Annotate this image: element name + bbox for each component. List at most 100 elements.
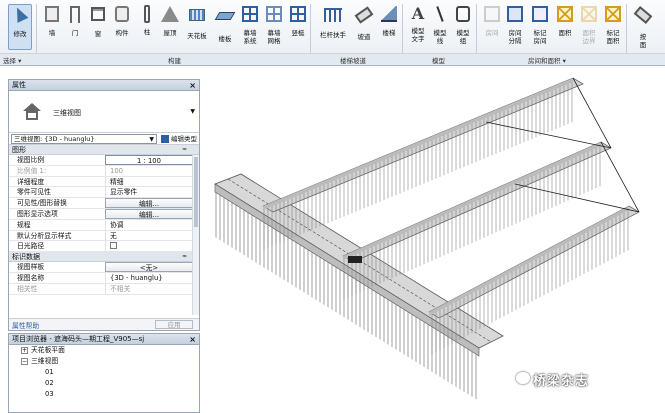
curtain-system-button[interactable]: 幕墙 系统: [238, 4, 262, 50]
tag-area-label: 标记: [606, 29, 620, 37]
properties-scrollbar[interactable]: [192, 155, 199, 315]
ceiling-button[interactable]: 天花板: [185, 4, 209, 50]
stair-button[interactable]: 楼梯: [377, 4, 401, 50]
roof-button[interactable]: 屋顶: [158, 4, 182, 50]
tag-room-button[interactable]: 标记 房间: [528, 4, 552, 50]
panel-select[interactable]: 选择 ▾: [3, 55, 21, 65]
instance-selector[interactable]: 三维视图: {3D - huanglu} ▼: [11, 134, 157, 144]
curtain-grid-label: 幕墙: [267, 29, 281, 37]
tree-item-3d-views[interactable]: − 三维视图: [9, 356, 199, 367]
analysis-style-field[interactable]: 无: [105, 230, 193, 241]
tree-item-label: 三维视图: [31, 357, 59, 365]
scrollbar-thumb[interactable]: [194, 157, 198, 227]
tree-item-view-01[interactable]: 01: [9, 367, 199, 378]
wall-button[interactable]: 墙: [40, 4, 64, 50]
view-template-button[interactable]: <无>: [105, 262, 193, 273]
model-text-button[interactable]: A 模型 文字: [406, 4, 430, 50]
discipline-field[interactable]: 协调: [105, 219, 193, 230]
area-label: 面积: [558, 29, 572, 37]
tag-room-label: 标记: [533, 29, 547, 37]
instance-row: 三维视图: {3D - huanglu} ▼ 编辑类型: [9, 133, 199, 145]
tree-item-ceiling-plans[interactable]: + 天花板平面: [9, 345, 199, 356]
prop-row: 日光路径: [9, 241, 199, 253]
detail-level-field[interactable]: 精细: [105, 176, 193, 187]
wall-icon: [43, 6, 61, 26]
curtain-system-label: 幕墙: [243, 29, 257, 37]
expand-icon[interactable]: +: [21, 346, 28, 354]
mullion-label: 竖梃: [291, 29, 305, 37]
tree-item-view-03[interactable]: 03: [9, 389, 199, 400]
prop-row: 相关性 不相关: [9, 283, 199, 295]
room-label: 房间: [485, 29, 499, 37]
close-icon[interactable]: ×: [189, 334, 196, 345]
modify-button[interactable]: 修改: [8, 4, 32, 50]
prop-key: 视图比例: [17, 156, 45, 164]
prop-row: 视图名称 {3D - huanglu}: [9, 272, 199, 284]
prop-key: 可见性/图形替换: [17, 199, 67, 208]
column-button[interactable]: 柱: [135, 4, 159, 50]
ribbon-separator: [626, 4, 627, 60]
railing-button[interactable]: 栏杆扶手: [318, 4, 348, 50]
dependency-field: 不相关: [105, 283, 193, 294]
collapse-icon[interactable]: ≈: [182, 252, 187, 262]
properties-panel: 属性 × 三维视图 ▼ 三维视图: {3D - huanglu} ▼ 编辑类型 …: [8, 79, 200, 331]
modify-label: 修改: [13, 30, 27, 38]
tag-room-icon: [531, 6, 549, 26]
model-group-label: 模型: [456, 29, 470, 37]
collapse-icon[interactable]: ≈: [182, 145, 187, 155]
floor-button[interactable]: 楼板: [213, 4, 237, 50]
view-scale-field[interactable]: 1 : 100: [105, 155, 193, 165]
by-face-icon: [633, 6, 653, 30]
edit-type-button[interactable]: 编辑类型: [161, 134, 197, 144]
section-identity[interactable]: 标识数据 ≈: [9, 252, 199, 263]
room-button[interactable]: 房间: [480, 4, 504, 50]
ramp-icon: [354, 6, 374, 30]
stair-label: 楼梯: [382, 29, 396, 37]
panel-room-area[interactable]: 房间和面积 ▾: [528, 55, 566, 65]
tag-area-button[interactable]: 标记 面积: [601, 4, 625, 50]
tree-item-view-02[interactable]: 02: [9, 378, 199, 389]
3d-viewport[interactable]: [203, 66, 665, 413]
chevron-down-icon[interactable]: ▼: [190, 108, 195, 115]
mullion-button[interactable]: 竖梃: [286, 4, 310, 50]
collapse-icon[interactable]: −: [21, 357, 28, 365]
component-button[interactable]: 构件: [110, 4, 134, 50]
by-face-button[interactable]: 按 面: [632, 4, 654, 50]
curtain-grid-button[interactable]: 幕墙 网格: [262, 4, 286, 50]
type-selector[interactable]: 三维视图 ▼: [9, 91, 199, 133]
properties-help-link[interactable]: 属性帮助: [12, 320, 39, 330]
section-identity-label: 标识数据: [12, 253, 40, 262]
vg-overrides-edit-button[interactable]: 编辑...: [105, 198, 193, 209]
parts-visibility-field[interactable]: 显示零件: [105, 187, 193, 198]
ribbon-separator: [36, 4, 37, 60]
door-button[interactable]: 门: [63, 4, 87, 50]
window-button[interactable]: 窗: [86, 4, 110, 50]
model-text-icon: A: [411, 4, 425, 23]
tag-area-sublabel: 面积: [606, 37, 620, 45]
railing-icon: [324, 8, 342, 28]
prop-key: 图形显示选项: [17, 209, 58, 218]
railing-label: 栏杆扶手: [320, 31, 346, 39]
view-name-field[interactable]: {3D - huanglu}: [105, 272, 193, 283]
prop-key: 视图样板: [17, 263, 45, 272]
3d-view-house-icon: [23, 103, 41, 121]
room-separator-button[interactable]: 房间 分隔: [503, 4, 527, 50]
ribbon-panel-titles: 选择 ▾ 构建 楼梯坡道 模型 房间和面积 ▾: [0, 53, 665, 65]
section-graphics[interactable]: 图形 ≈: [9, 145, 199, 155]
prop-value: 100: [105, 165, 193, 176]
model-line-button[interactable]: 模型 线: [428, 4, 452, 50]
model-group-button[interactable]: 模型 组: [451, 4, 475, 50]
graphic-display-edit-button[interactable]: 编辑...: [105, 208, 193, 219]
ramp-button[interactable]: 坡道: [352, 4, 376, 50]
prop-key: 相关性: [17, 284, 38, 293]
wall-label: 墙: [48, 29, 56, 37]
close-icon[interactable]: ×: [189, 80, 196, 91]
door-label: 门: [71, 29, 79, 37]
equipment-block: [348, 256, 362, 263]
area-boundary-button[interactable]: 面积 边界: [577, 4, 601, 50]
area-button[interactable]: 面积: [553, 4, 577, 50]
roof-icon: [161, 6, 179, 26]
sun-path-checkbox[interactable]: [110, 242, 117, 250]
section-graphics-label: 图形: [12, 146, 26, 154]
apply-button[interactable]: 应用: [155, 320, 193, 329]
